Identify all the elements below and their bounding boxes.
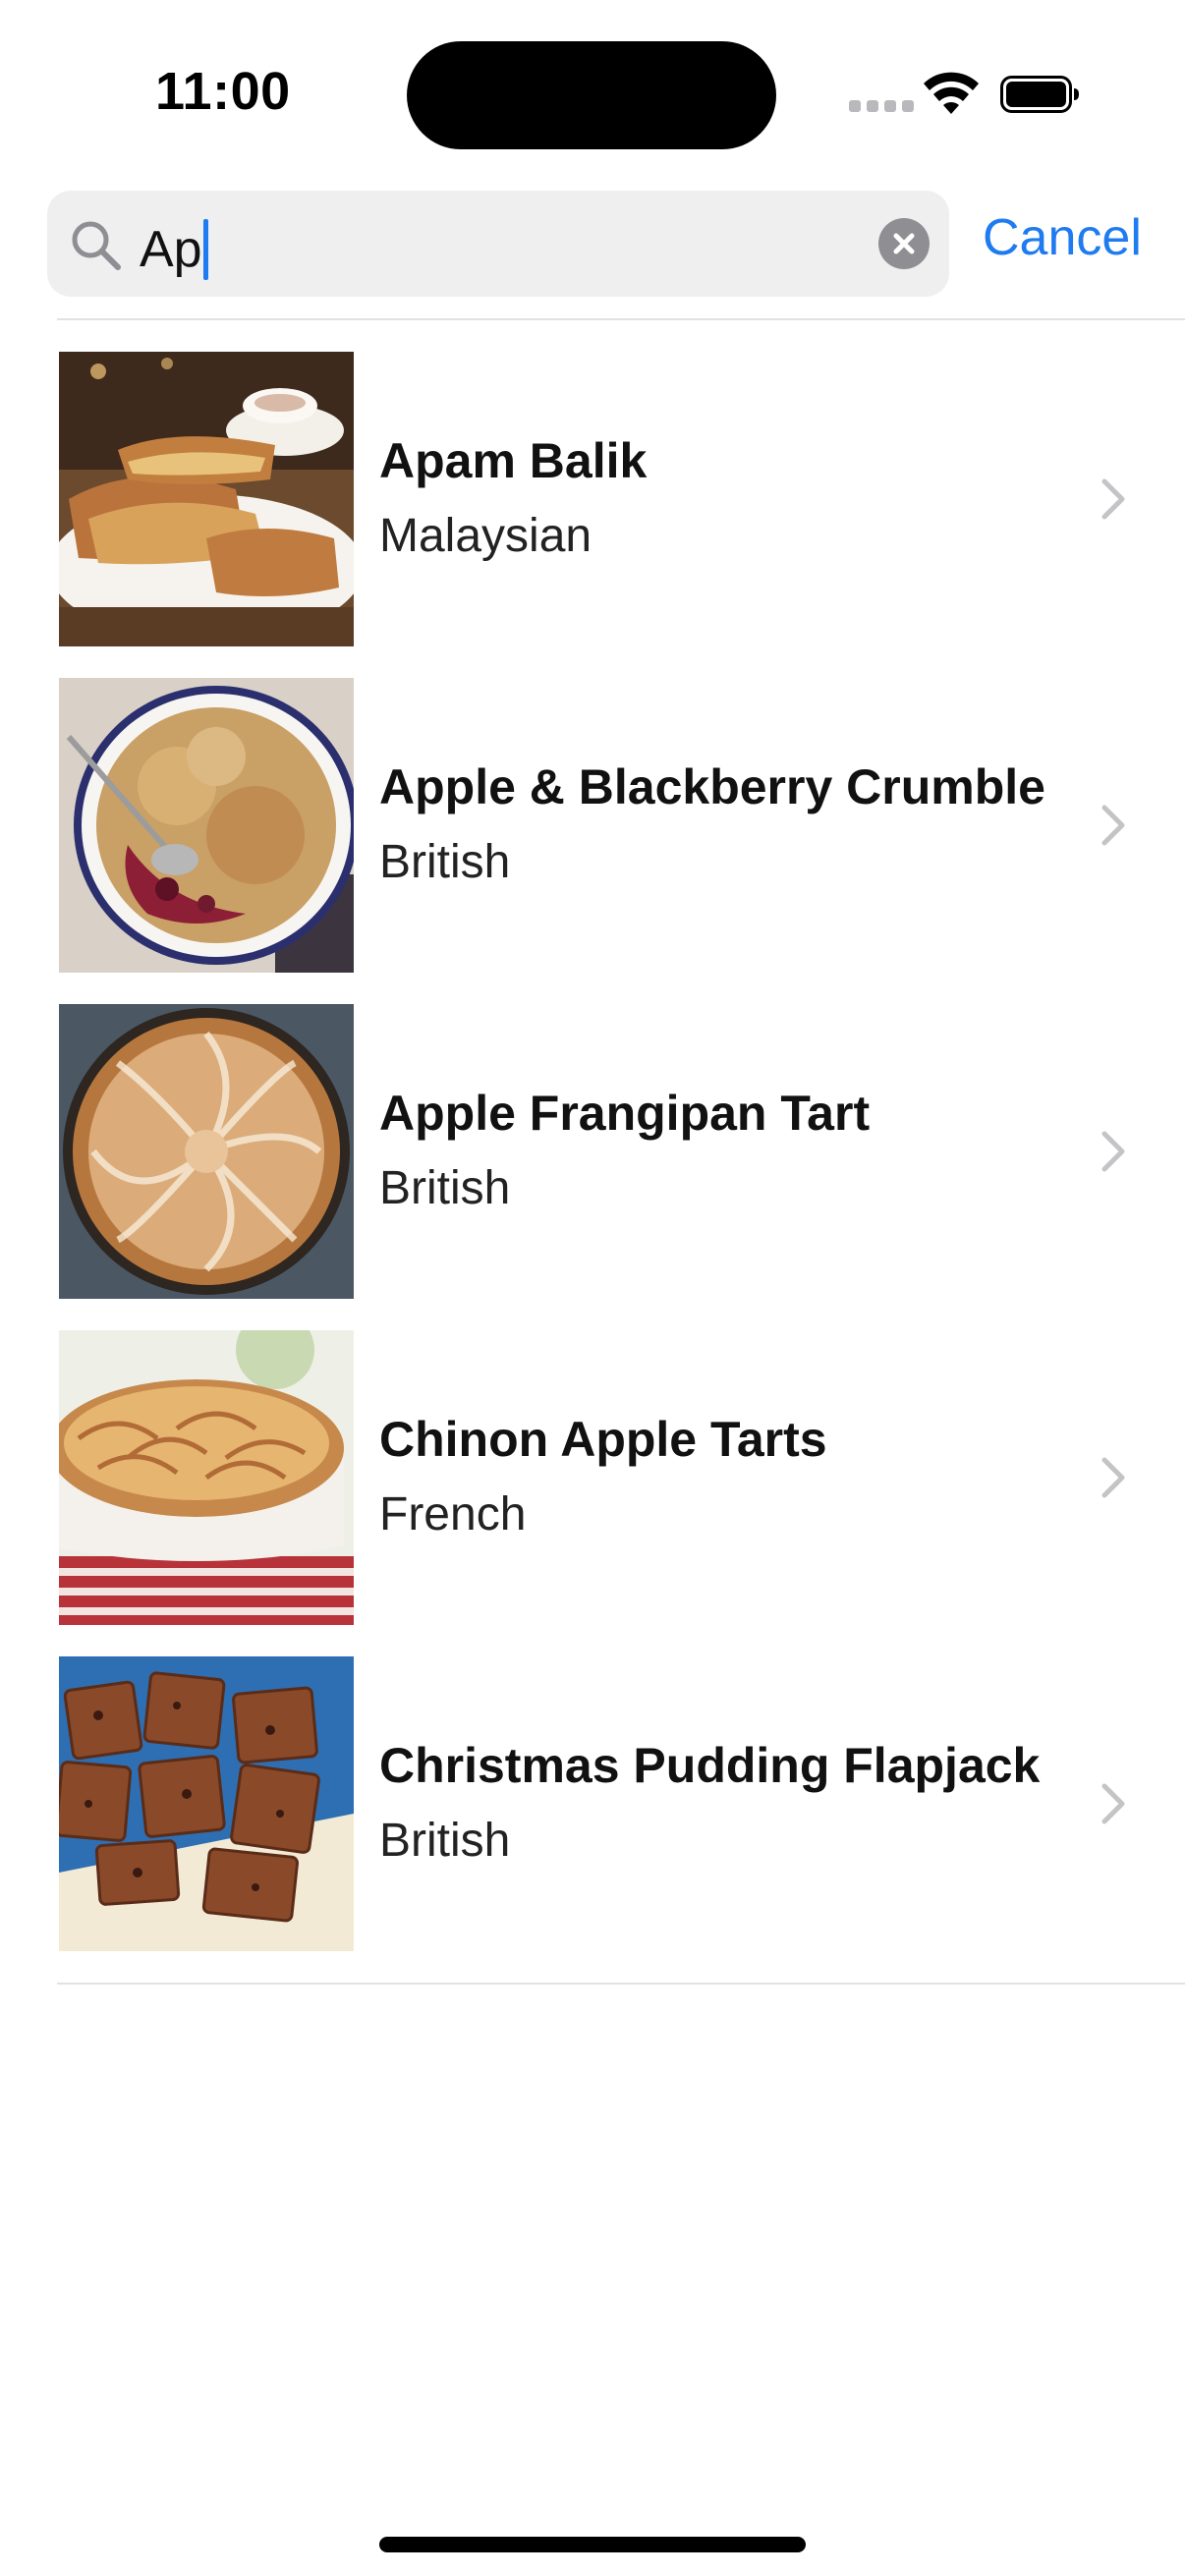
search-input[interactable]: Ap xyxy=(140,214,208,285)
item-subtitle: Malaysian xyxy=(379,510,592,562)
chevron-right-icon xyxy=(1101,805,1125,846)
status-time: 11:00 xyxy=(155,62,291,121)
clear-icon xyxy=(893,233,915,254)
search-input-value: Ap xyxy=(140,221,202,278)
item-title: Chinon Apple Tarts xyxy=(379,1412,827,1467)
item-title: Apple & Blackberry Crumble xyxy=(379,759,1045,814)
chevron-right-icon xyxy=(1101,478,1125,520)
list-item[interactable]: Apple & Blackberry Crumble British xyxy=(0,678,1185,1004)
item-subtitle: British xyxy=(379,1162,511,1214)
apple-frangipan-tart-image xyxy=(59,1004,354,1299)
results-list: Apam Balik Malaysian Apple & Blackberry … xyxy=(0,352,1185,1983)
item-title: Christmas Pudding Flapjack xyxy=(379,1738,1041,1793)
list-item[interactable]: Christmas Pudding Flapjack British xyxy=(0,1656,1185,1983)
item-subtitle: French xyxy=(379,1488,527,1540)
item-title: Apple Frangipan Tart xyxy=(379,1086,871,1141)
battery-icon xyxy=(1000,76,1079,113)
search-bar: Ap Cancel xyxy=(0,187,1185,305)
chevron-right-icon xyxy=(1101,1783,1125,1824)
status-bar: 11:00 xyxy=(0,0,1185,187)
divider xyxy=(57,318,1185,320)
item-title: Apam Balik xyxy=(379,433,648,488)
search-icon xyxy=(72,221,121,270)
chevron-right-icon xyxy=(1101,1457,1125,1498)
divider xyxy=(57,1983,1185,1985)
list-item[interactable]: Apple Frangipan Tart British xyxy=(0,1004,1185,1330)
christmas-pudding-flapjack-image xyxy=(59,1656,354,1951)
search-field[interactable]: Ap xyxy=(47,191,949,297)
cancel-button[interactable]: Cancel xyxy=(983,208,1142,267)
item-subtitle: British xyxy=(379,1815,511,1867)
item-subtitle: British xyxy=(379,836,511,888)
dynamic-island xyxy=(407,41,776,149)
cellular-signal-icon xyxy=(849,100,914,112)
text-cursor xyxy=(202,219,208,280)
home-indicator[interactable] xyxy=(379,2537,806,2552)
chinon-apple-tarts-image xyxy=(59,1330,354,1625)
list-item[interactable]: Apam Balik Malaysian xyxy=(0,352,1185,678)
apam-balik-image xyxy=(59,352,354,646)
list-item[interactable]: Chinon Apple Tarts French xyxy=(0,1330,1185,1656)
apple-blackberry-crumble-image xyxy=(59,678,354,973)
clear-button[interactable] xyxy=(878,218,930,269)
wifi-icon xyxy=(924,72,979,114)
chevron-right-icon xyxy=(1101,1131,1125,1172)
